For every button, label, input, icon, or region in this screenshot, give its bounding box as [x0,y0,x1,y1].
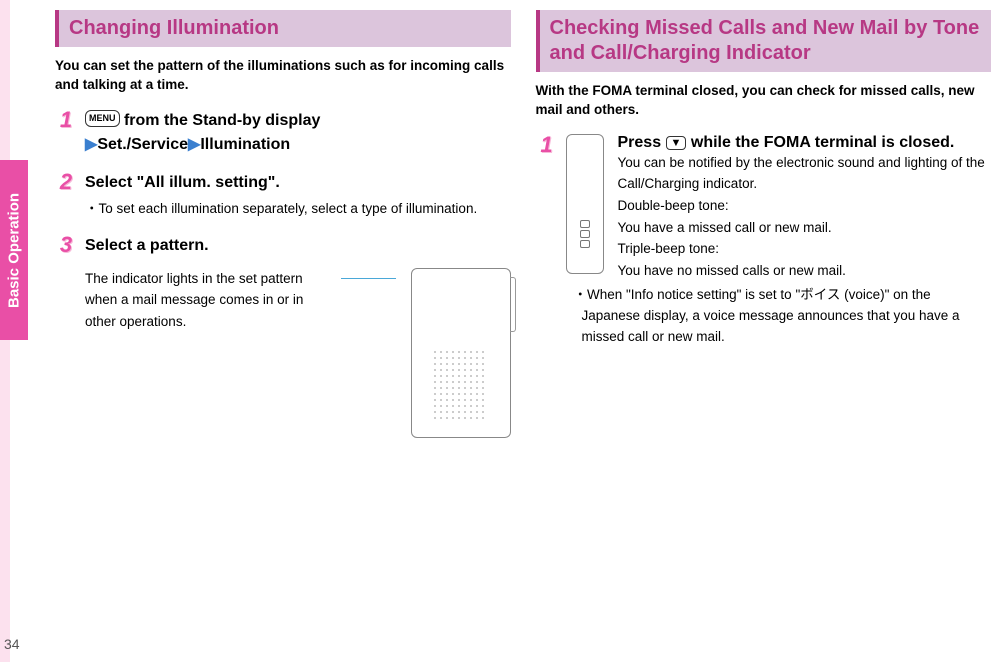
bullet-text: When "Info notice setting" is set to "ボイ… [582,287,960,344]
bullet-note: ・When "Info notice setting" is set to "ボ… [574,285,992,348]
step-head: Press ▼ while the FOMA terminal is close… [618,134,992,152]
step-number: 3 [55,234,77,256]
phone-open-illustration [411,268,511,438]
step1-text: from the Stand-by display [120,112,321,129]
nav-item: Illumination [200,136,290,153]
right-column: Checking Missed Calls and New Mail by To… [536,10,992,452]
arrow-icon: ▶ [85,136,97,153]
body-line: You have no missed calls or new mail. [618,260,992,282]
step-head: Select "All illum. setting". [85,171,511,195]
step-number: 1 [536,134,558,156]
step1-line2: ▶Set./Service▶Illumination [85,133,511,157]
right-intro: With the FOMA terminal closed, you can c… [536,82,992,120]
page-number: 34 [4,636,20,652]
phone-side-buttons [510,277,516,332]
side-tab: Basic Operation [0,160,28,340]
phone-closed-illustration [566,134,604,274]
step-3: 3 Select a pattern. The indicator lights… [55,234,511,438]
menu-key-icon: MENU [85,110,120,128]
step-body: MENU from the Stand-by display ▶Set./Ser… [85,109,511,157]
head-pre: Press [618,134,666,151]
nav-item: Set./Service [97,136,188,153]
left-section-title: Changing Illumination [55,10,511,47]
step-1: 1 MENU from the Stand-by display ▶Set./S… [55,109,511,157]
body-line: You have a missed call or new mail. [618,217,992,239]
body-line: Triple-beep tone: [618,238,992,260]
right-section-title: Checking Missed Calls and New Mail by To… [536,10,992,72]
side-button-icon [580,240,590,248]
side-button-icon [580,220,590,228]
step-head: Select a pattern. [85,234,511,258]
step-body: Select a pattern. The indicator lights i… [85,234,511,438]
side-button-icon [580,230,590,238]
indicator-caption: The indicator lights in the set pattern … [85,268,326,333]
step-2: 2 Select "All illum. setting". ・To set e… [55,171,511,220]
body-line: You can be notified by the electronic so… [618,152,992,195]
pointer-line [341,278,396,279]
down-key-icon: ▼ [666,136,687,150]
content-columns: Changing Illumination You can set the pa… [55,10,991,452]
left-intro: You can set the pattern of the illuminat… [55,57,511,95]
arrow-icon: ▶ [188,136,200,153]
body-line: Double-beep tone: [618,195,992,217]
step-body: Select "All illum. setting". ・To set eac… [85,171,511,220]
bullet-note: ・To set each illumination separately, se… [85,199,511,220]
side-button-group [580,220,590,248]
step-number: 2 [55,171,77,193]
bullet-text: To set each illumination separately, sel… [99,201,478,216]
indicator-row: The indicator lights in the set pattern … [85,268,511,438]
left-column: Changing Illumination You can set the pa… [55,10,511,452]
right-step-1: 1 Press ▼ while the FOMA terminal is clo… [536,134,992,348]
step-head: MENU from the Stand-by display [85,109,511,133]
head-post: while the FOMA terminal is closed. [686,134,954,151]
step-body: Press ▼ while the FOMA terminal is close… [618,134,992,348]
step-number: 1 [55,109,77,131]
